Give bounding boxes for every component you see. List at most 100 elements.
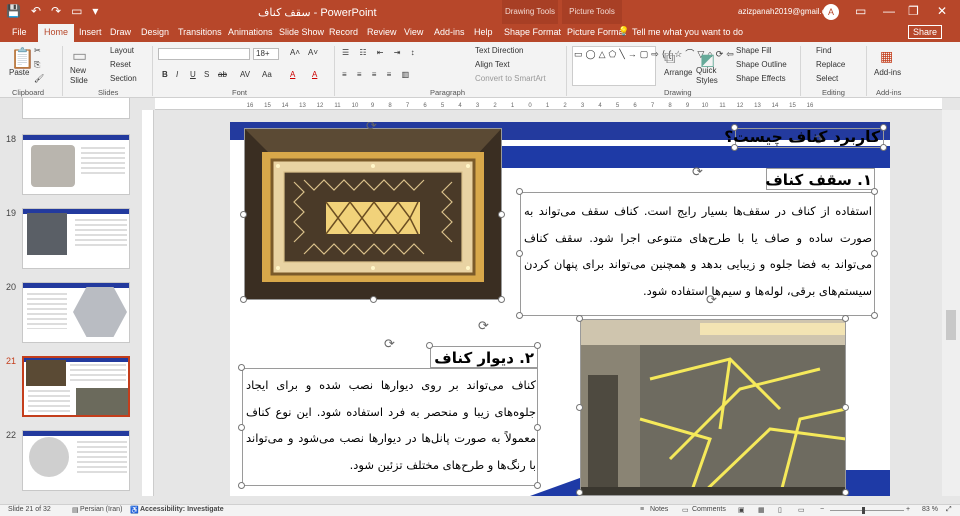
notes-icon[interactable]: ≡ xyxy=(640,506,644,513)
slide-thumbnail[interactable] xyxy=(22,430,130,491)
resize-handle[interactable] xyxy=(426,342,433,349)
avatar[interactable]: A xyxy=(823,4,839,20)
arrange-icon[interactable]: ⧉ xyxy=(664,50,675,68)
resize-handle[interactable] xyxy=(880,124,887,131)
normal-view-icon[interactable]: ▣ xyxy=(738,506,745,514)
paragraph-ceiling[interactable]: استفاده از کناف در سقف‌ها بسیار رایج است… xyxy=(524,198,872,304)
grow-font-icon[interactable]: A˄ xyxy=(290,48,300,57)
slide-thumbnail[interactable] xyxy=(22,282,130,343)
heading-ceiling[interactable]: ۱. سقف کناف xyxy=(765,171,872,189)
tab-draw[interactable]: Draw xyxy=(110,27,131,37)
resize-handle[interactable] xyxy=(370,296,377,303)
underline-button[interactable]: U xyxy=(190,70,196,79)
copy-icon[interactable]: ⎘ xyxy=(34,60,40,70)
shape-outline-button[interactable]: Shape Outline xyxy=(736,60,787,69)
shadow-button[interactable]: S xyxy=(204,70,209,79)
save-icon[interactable]: 💾 xyxy=(6,4,21,18)
scrollbar-thumb[interactable] xyxy=(946,310,956,340)
slide-sorter-icon[interactable]: ▦ xyxy=(758,506,765,514)
format-painter-icon[interactable]: 🖌 xyxy=(34,74,44,83)
tab-animations[interactable]: Animations xyxy=(228,27,273,37)
rotate-handle-icon[interactable]: ⟳ xyxy=(366,122,377,134)
resize-handle[interactable] xyxy=(498,296,505,303)
undo-icon[interactable]: ↶ xyxy=(31,4,41,18)
tab-slide-show[interactable]: Slide Show xyxy=(279,27,324,37)
font-color-button[interactable]: A xyxy=(312,70,317,79)
tab-add-ins[interactable]: Add-ins xyxy=(434,27,465,37)
resize-handle[interactable] xyxy=(516,250,523,257)
font-size-field[interactable]: 18+ xyxy=(253,48,279,60)
maximize-icon[interactable]: ❐ xyxy=(908,4,919,18)
paragraph-wall[interactable]: کناف می‌تواند بر روی دیوارها نصب شده و ب… xyxy=(246,372,536,478)
slide-thumbnail[interactable] xyxy=(22,134,130,195)
comments-button[interactable]: Comments xyxy=(692,506,726,513)
resize-handle[interactable] xyxy=(238,364,245,371)
present-icon[interactable]: ▭ xyxy=(71,4,82,18)
tab-transitions[interactable]: Transitions xyxy=(178,27,222,37)
resize-handle[interactable] xyxy=(576,489,583,496)
resize-handle[interactable] xyxy=(576,315,583,322)
find-button[interactable]: Find xyxy=(816,46,832,55)
new-slide-button[interactable]: New Slide xyxy=(70,66,102,86)
zoom-out-icon[interactable]: − xyxy=(820,506,824,513)
arrange-button[interactable]: Arrange xyxy=(664,68,692,77)
strikethrough-button[interactable]: ab xyxy=(218,70,227,79)
text-direction-button[interactable]: Text Direction xyxy=(475,46,523,55)
redo-icon[interactable]: ↷ xyxy=(51,4,61,18)
tab-design[interactable]: Design xyxy=(141,27,169,37)
shapes-gallery[interactable]: ▭◯△⬠╲→▢⇨⟨{☆⌒▽⌂⟳⇦ xyxy=(572,46,734,86)
fit-slide-icon[interactable]: ⤢ xyxy=(946,506,952,514)
accessibility-status[interactable]: Accessibility: Investigate xyxy=(140,506,224,513)
heading-wall[interactable]: ۲. دیوار کناف xyxy=(434,349,534,367)
zoom-in-icon[interactable]: + xyxy=(906,506,910,513)
minimize-icon[interactable]: — xyxy=(883,4,895,18)
tab-file[interactable]: File xyxy=(12,27,27,37)
notes-button[interactable]: Notes xyxy=(650,506,668,513)
align-buttons-icon[interactable]: ≡ ≡ ≡ ≡ ▥ xyxy=(342,70,413,79)
zoom-slider[interactable] xyxy=(830,510,904,511)
bold-button[interactable]: B xyxy=(162,70,168,79)
tab-insert[interactable]: Insert xyxy=(79,27,102,37)
change-case-button[interactable]: Aa xyxy=(262,70,272,79)
tab-view[interactable]: View xyxy=(404,27,423,37)
resize-handle[interactable] xyxy=(880,144,887,151)
list-buttons-icon[interactable]: ☰ ☷ ⇤ ⇥ ↕ xyxy=(342,48,419,57)
add-ins-button[interactable]: Add-ins xyxy=(874,68,901,77)
slide-thumbnail-active[interactable] xyxy=(22,356,130,417)
qat-more-icon[interactable]: ▾ xyxy=(92,4,98,18)
reading-view-icon[interactable]: ▯ xyxy=(778,506,782,514)
share-button[interactable]: Share xyxy=(908,25,943,39)
comments-icon[interactable]: ▭ xyxy=(682,506,689,514)
resize-handle[interactable] xyxy=(238,482,245,489)
tab-shape-format[interactable]: Shape Format xyxy=(504,27,561,37)
add-ins-icon[interactable]: ▦ xyxy=(880,48,893,65)
tab-review[interactable]: Review xyxy=(367,27,397,37)
zoom-level[interactable]: 83 % xyxy=(922,506,938,513)
select-button[interactable]: Select xyxy=(816,74,838,83)
font-name-field[interactable] xyxy=(158,48,250,60)
new-slide-icon[interactable]: ▭ xyxy=(72,46,87,66)
paste-button[interactable]: Paste xyxy=(9,68,29,77)
spellcheck-icon[interactable]: ▤ xyxy=(72,506,79,514)
resize-handle[interactable] xyxy=(498,211,505,218)
rotate-handle-icon[interactable]: ⟳ xyxy=(384,336,395,352)
shrink-font-icon[interactable]: A˅ xyxy=(308,48,318,57)
resize-handle[interactable] xyxy=(516,312,523,319)
resize-handle[interactable] xyxy=(576,404,583,411)
cut-icon[interactable]: ✂ xyxy=(34,46,41,55)
char-spacing-button[interactable]: AV xyxy=(240,70,250,79)
quick-styles-button[interactable]: Quick Styles xyxy=(696,66,722,86)
italic-button[interactable]: I xyxy=(176,70,178,79)
resize-handle[interactable] xyxy=(871,312,878,319)
resize-handle[interactable] xyxy=(871,250,878,257)
close-icon[interactable]: ✕ xyxy=(937,4,947,18)
resize-handle[interactable] xyxy=(871,188,878,195)
resize-handle[interactable] xyxy=(240,211,247,218)
ribbon-display-icon[interactable]: ▭ xyxy=(855,4,866,18)
resize-handle[interactable] xyxy=(516,188,523,195)
tab-record[interactable]: Record xyxy=(329,27,358,37)
rotate-handle-icon[interactable]: ⟳ xyxy=(692,164,703,180)
vertical-scrollbar[interactable] xyxy=(942,110,960,496)
slide-title[interactable]: کاربرد کناف چیست؟ xyxy=(724,128,880,146)
zoom-slider-thumb[interactable] xyxy=(862,507,865,514)
